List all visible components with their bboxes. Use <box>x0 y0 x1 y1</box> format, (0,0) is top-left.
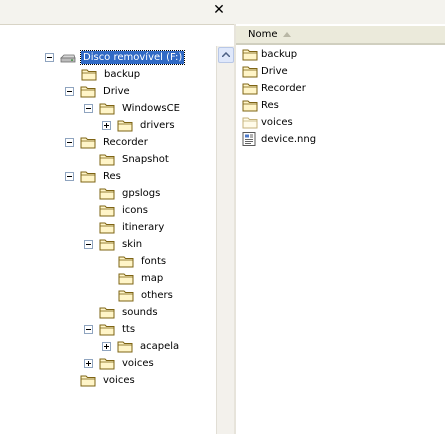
tree-node-gpslogs[interactable]: gpslogs <box>99 185 162 201</box>
tree-node-label[interactable]: map <box>139 272 165 285</box>
tree-node-label[interactable]: acapela <box>138 340 181 353</box>
tree-node-label[interactable]: Disco removível (F:) <box>79 49 186 65</box>
folder-icon <box>99 358 115 369</box>
folder-icon <box>80 375 96 386</box>
folder-icon <box>80 137 96 148</box>
folder-icon <box>99 324 115 335</box>
name-column-header[interactable]: Nome <box>236 26 445 45</box>
tree-node-res[interactable]: Res <box>65 168 123 184</box>
folder-icon <box>99 205 115 216</box>
collapse-toggle[interactable] <box>65 86 74 96</box>
folder-tree[interactable]: Disco removível (F:) backup Drive Window… <box>0 26 214 434</box>
tree-node-label[interactable]: drivers <box>138 119 177 132</box>
tree-node-label[interactable]: voices <box>120 357 156 370</box>
list-item-recorder[interactable]: Recorder <box>242 80 308 96</box>
tree-node-drive-f[interactable]: Disco removível (F:) <box>45 49 186 65</box>
tree-node-label[interactable]: sounds <box>120 306 160 319</box>
list-item-label[interactable]: device.nng <box>259 133 318 146</box>
tree-node-recorder[interactable]: Recorder <box>65 134 150 150</box>
folder-icon <box>99 103 115 114</box>
tree-node-label[interactable]: Snapshot <box>120 153 171 166</box>
tree-node-sounds[interactable]: sounds <box>99 304 160 320</box>
folder-icon <box>242 100 258 111</box>
tree-node-voices[interactable]: voices <box>84 355 156 371</box>
folder-icon <box>242 49 258 60</box>
list-item-label[interactable]: Drive <box>259 65 290 78</box>
folder-icon <box>118 256 134 267</box>
folder-icon <box>242 83 258 94</box>
list-item-label[interactable]: voices <box>259 116 295 129</box>
expand-toggle[interactable] <box>84 358 93 368</box>
folder-icon <box>118 273 134 284</box>
list-item-voices[interactable]: voices <box>242 114 295 130</box>
list-item-drive[interactable]: Drive <box>242 63 290 79</box>
collapse-toggle[interactable] <box>84 324 93 334</box>
tree-node-others[interactable]: others <box>118 287 175 303</box>
chevron-up-icon <box>222 52 230 57</box>
tree-node-drive[interactable]: Drive <box>65 83 132 99</box>
folder-icon <box>80 86 96 97</box>
tree-node-label[interactable]: icons <box>120 204 150 217</box>
tree-node-drivers[interactable]: drivers <box>102 117 177 133</box>
column-header-label: Nome <box>248 29 278 40</box>
tree-node-label[interactable]: fonts <box>139 255 168 268</box>
tree-node-label[interactable]: gpslogs <box>120 187 162 200</box>
tree-node-tts[interactable]: tts <box>84 321 137 337</box>
tree-node-label[interactable]: skin <box>120 238 144 251</box>
tree-node-label[interactable]: Drive <box>101 85 132 98</box>
tree-vertical-scrollbar[interactable] <box>216 46 234 434</box>
folder-icon <box>99 307 115 318</box>
tree-node-skin[interactable]: skin <box>84 236 144 252</box>
list-item-res[interactable]: Res <box>242 97 281 113</box>
tree-node-icons[interactable]: icons <box>99 202 150 218</box>
folder-icon <box>117 120 133 131</box>
tree-node-voices-root[interactable]: voices <box>80 372 137 388</box>
folder-icon <box>81 69 97 80</box>
tree-node-fonts[interactable]: fonts <box>118 253 168 269</box>
pane-title-bar: ✕ <box>0 0 445 25</box>
list-item-backup[interactable]: backup <box>242 46 299 62</box>
collapse-toggle[interactable] <box>65 171 74 181</box>
list-item-device-nng[interactable]: device.nng <box>242 131 318 147</box>
folder-empty-icon <box>242 117 258 128</box>
tree-node-acapela[interactable]: acapela <box>102 338 181 354</box>
tree-node-backup[interactable]: backup <box>81 66 142 82</box>
folder-icon <box>242 66 258 77</box>
tree-node-itinerary[interactable]: itinerary <box>99 219 166 235</box>
folder-icon <box>99 188 115 199</box>
collapse-toggle[interactable] <box>84 103 93 113</box>
tree-node-windowsce[interactable]: WindowsCE <box>84 100 182 116</box>
tree-node-snapshot[interactable]: Snapshot <box>99 151 171 167</box>
folder-icon <box>80 171 96 182</box>
scroll-up-button[interactable] <box>218 47 234 63</box>
tree-node-map[interactable]: map <box>118 270 165 286</box>
list-item-label[interactable]: backup <box>259 48 299 61</box>
collapse-toggle[interactable] <box>45 52 54 62</box>
collapse-toggle[interactable] <box>84 239 93 249</box>
file-icon <box>242 132 256 146</box>
tree-node-label[interactable]: others <box>139 289 175 302</box>
tree-node-label[interactable]: WindowsCE <box>120 102 182 115</box>
collapse-toggle[interactable] <box>65 137 74 147</box>
sort-ascending-icon <box>283 32 291 37</box>
folder-icon <box>118 290 134 301</box>
list-item-label[interactable]: Recorder <box>259 82 308 95</box>
tree-node-label[interactable]: voices <box>101 374 137 387</box>
expand-toggle[interactable] <box>102 120 111 130</box>
tree-node-label[interactable]: Recorder <box>101 136 150 149</box>
tree-node-label[interactable]: Res <box>101 170 123 183</box>
tree-node-label[interactable]: tts <box>120 323 137 336</box>
close-tree-button[interactable]: ✕ <box>212 1 226 19</box>
folder-icon <box>117 341 133 352</box>
list-item-label[interactable]: Res <box>259 99 281 112</box>
tree-node-label[interactable]: backup <box>102 68 142 81</box>
folder-icon <box>99 222 115 233</box>
folder-icon <box>99 239 115 250</box>
file-list[interactable]: Nome backup Drive Recorder Res voices de… <box>236 24 445 434</box>
tree-node-label[interactable]: itinerary <box>120 221 166 234</box>
folder-icon <box>99 154 115 165</box>
expand-toggle[interactable] <box>102 341 111 351</box>
drive-icon <box>60 54 76 62</box>
